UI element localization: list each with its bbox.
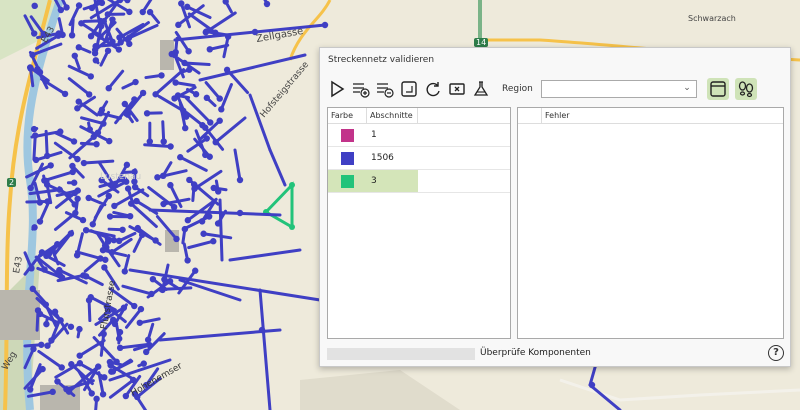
road-badge-2: 2 — [7, 178, 17, 187]
layout-icon[interactable] — [706, 78, 729, 100]
road-badge-14: 14 — [474, 38, 489, 47]
dialog-title: Streckennetz validieren — [328, 55, 435, 65]
validate-network-dialog: Streckennetz validieren Region ⌄ Farbe A… — [319, 47, 791, 367]
flask-icon[interactable] — [470, 78, 492, 100]
map-label-schwarzach: Schwarzach — [688, 14, 736, 23]
color-swatch — [341, 128, 354, 142]
color-swatch — [341, 151, 354, 165]
clear-icon[interactable] — [446, 78, 468, 100]
table-row[interactable]: 3 — [328, 170, 510, 193]
column-header-blank[interactable] — [518, 108, 542, 123]
chevron-down-icon: ⌄ — [683, 83, 691, 93]
zoom-extent-icon[interactable] — [398, 78, 420, 100]
status-text: Überprüfe Komponenten — [480, 348, 591, 358]
column-header-sections[interactable]: Abschnitte — [367, 108, 418, 123]
color-cell — [328, 147, 367, 169]
components-grid-header: Farbe Abschnitte — [328, 108, 510, 124]
footsteps-icon[interactable] — [734, 78, 757, 100]
sections-cell: 3 — [367, 170, 418, 192]
components-grid[interactable]: Farbe Abschnitte 1 1506 3 — [327, 107, 511, 339]
errors-grid[interactable]: Fehler — [517, 107, 784, 339]
refresh-icon[interactable] — [422, 78, 444, 100]
play-icon[interactable] — [326, 78, 348, 100]
column-header-errors[interactable]: Fehler — [542, 108, 662, 123]
color-swatch — [341, 174, 354, 188]
color-cell — [328, 170, 367, 192]
table-row[interactable]: 1506 — [328, 147, 510, 170]
color-cell — [328, 124, 367, 146]
column-header-color[interactable]: Farbe — [328, 108, 367, 123]
map-label-lustenau: Lustenau — [100, 172, 142, 182]
table-row[interactable]: 1 — [328, 124, 510, 147]
errors-grid-header: Fehler — [518, 108, 783, 124]
remove-list-icon[interactable] — [374, 78, 396, 100]
progress-bar — [327, 348, 475, 360]
region-label: Region — [502, 84, 533, 94]
help-button[interactable]: ? — [768, 345, 784, 361]
region-select[interactable]: ⌄ — [540, 80, 697, 98]
sections-cell: 1 — [371, 130, 377, 140]
toolbar: Region ⌄ — [326, 76, 786, 102]
add-list-icon[interactable] — [350, 78, 372, 100]
sections-cell: 1506 — [371, 153, 394, 163]
